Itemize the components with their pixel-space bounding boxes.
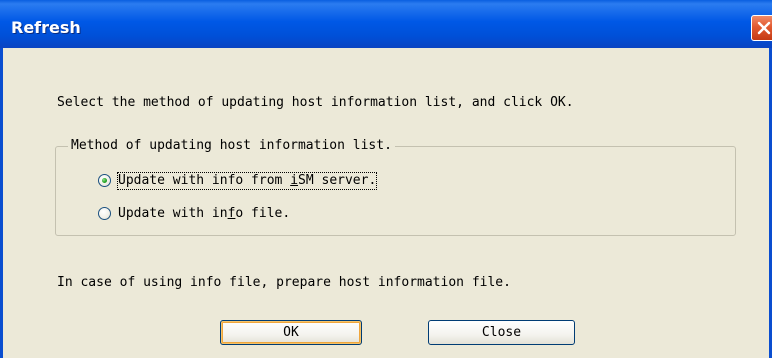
radio-button-ism-server[interactable] bbox=[98, 174, 111, 187]
method-groupbox bbox=[55, 146, 736, 236]
refresh-dialog: Refresh Select the method of updating ho… bbox=[0, 0, 772, 358]
ok-button[interactable]: OK bbox=[220, 320, 362, 345]
note-text: In case of using info file, prepare host… bbox=[57, 275, 511, 290]
radio-label-ism-server[interactable]: Update with info from iSM server. bbox=[116, 172, 378, 190]
instruction-text: Select the method of updating host infor… bbox=[57, 95, 574, 110]
window-frame-left bbox=[0, 48, 3, 358]
close-window-button[interactable] bbox=[751, 15, 772, 41]
window-title: Refresh bbox=[11, 18, 81, 37]
close-button[interactable]: Close bbox=[428, 320, 575, 345]
groupbox-legend: Method of updating host information list… bbox=[68, 138, 395, 154]
radio-label-info-file[interactable]: Update with info file. bbox=[118, 206, 290, 222]
title-bar[interactable]: Refresh bbox=[0, 0, 772, 48]
close-icon bbox=[757, 21, 771, 35]
radio-button-info-file[interactable] bbox=[98, 207, 111, 220]
radio-selected-dot bbox=[102, 178, 107, 183]
